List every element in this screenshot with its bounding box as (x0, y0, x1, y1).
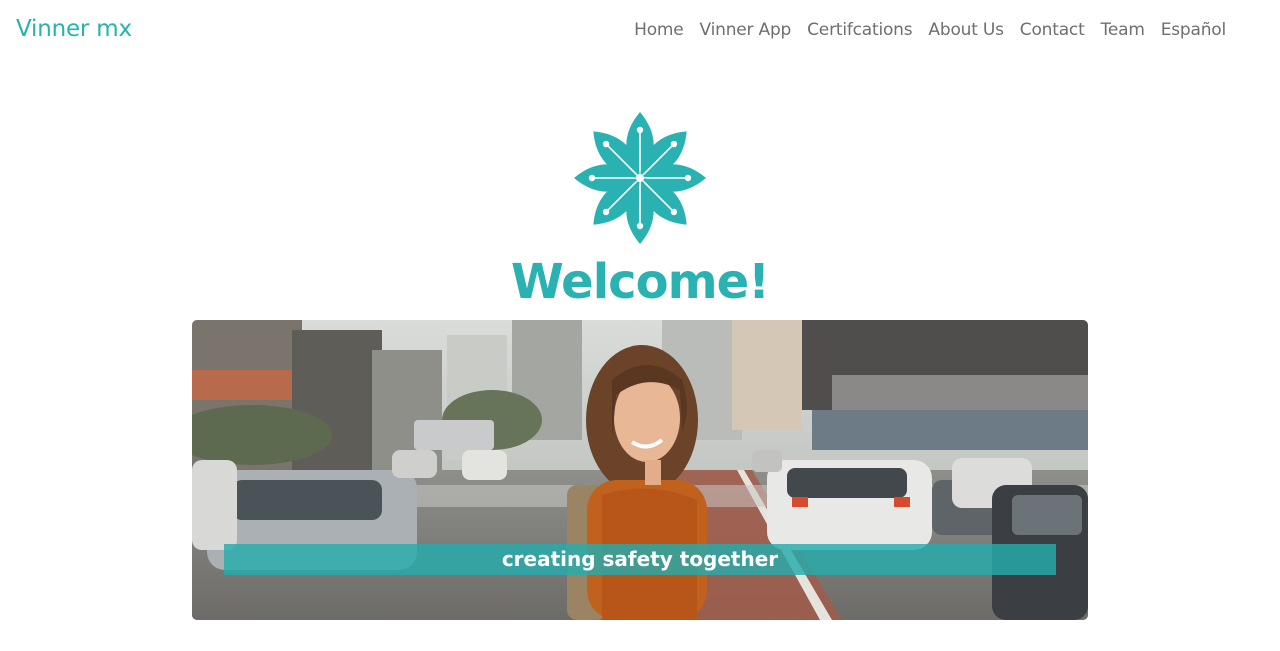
welcome-heading: Welcome! (510, 254, 770, 310)
flower-logo-icon (572, 110, 708, 246)
nav-vinner-app[interactable]: Vinner App (700, 20, 792, 40)
nav-certifications[interactable]: Certifcations (807, 20, 912, 40)
nav-language-espanol[interactable]: Español (1161, 20, 1227, 40)
main-nav: Home Vinner App Certifcations About Us C… (634, 20, 1226, 40)
nav-about-us[interactable]: About Us (928, 20, 1004, 40)
top-navbar: Vinner mx Home Vinner App Certifcations … (0, 0, 1280, 64)
hero-caption: creating safety together (224, 544, 1056, 575)
hero-banner: creating safety together (192, 320, 1088, 620)
nav-team[interactable]: Team (1101, 20, 1145, 40)
hero-photo (192, 320, 1088, 620)
nav-contact[interactable]: Contact (1020, 20, 1085, 40)
nav-home[interactable]: Home (634, 20, 684, 40)
brand-link[interactable]: Vinner mx (16, 16, 132, 42)
